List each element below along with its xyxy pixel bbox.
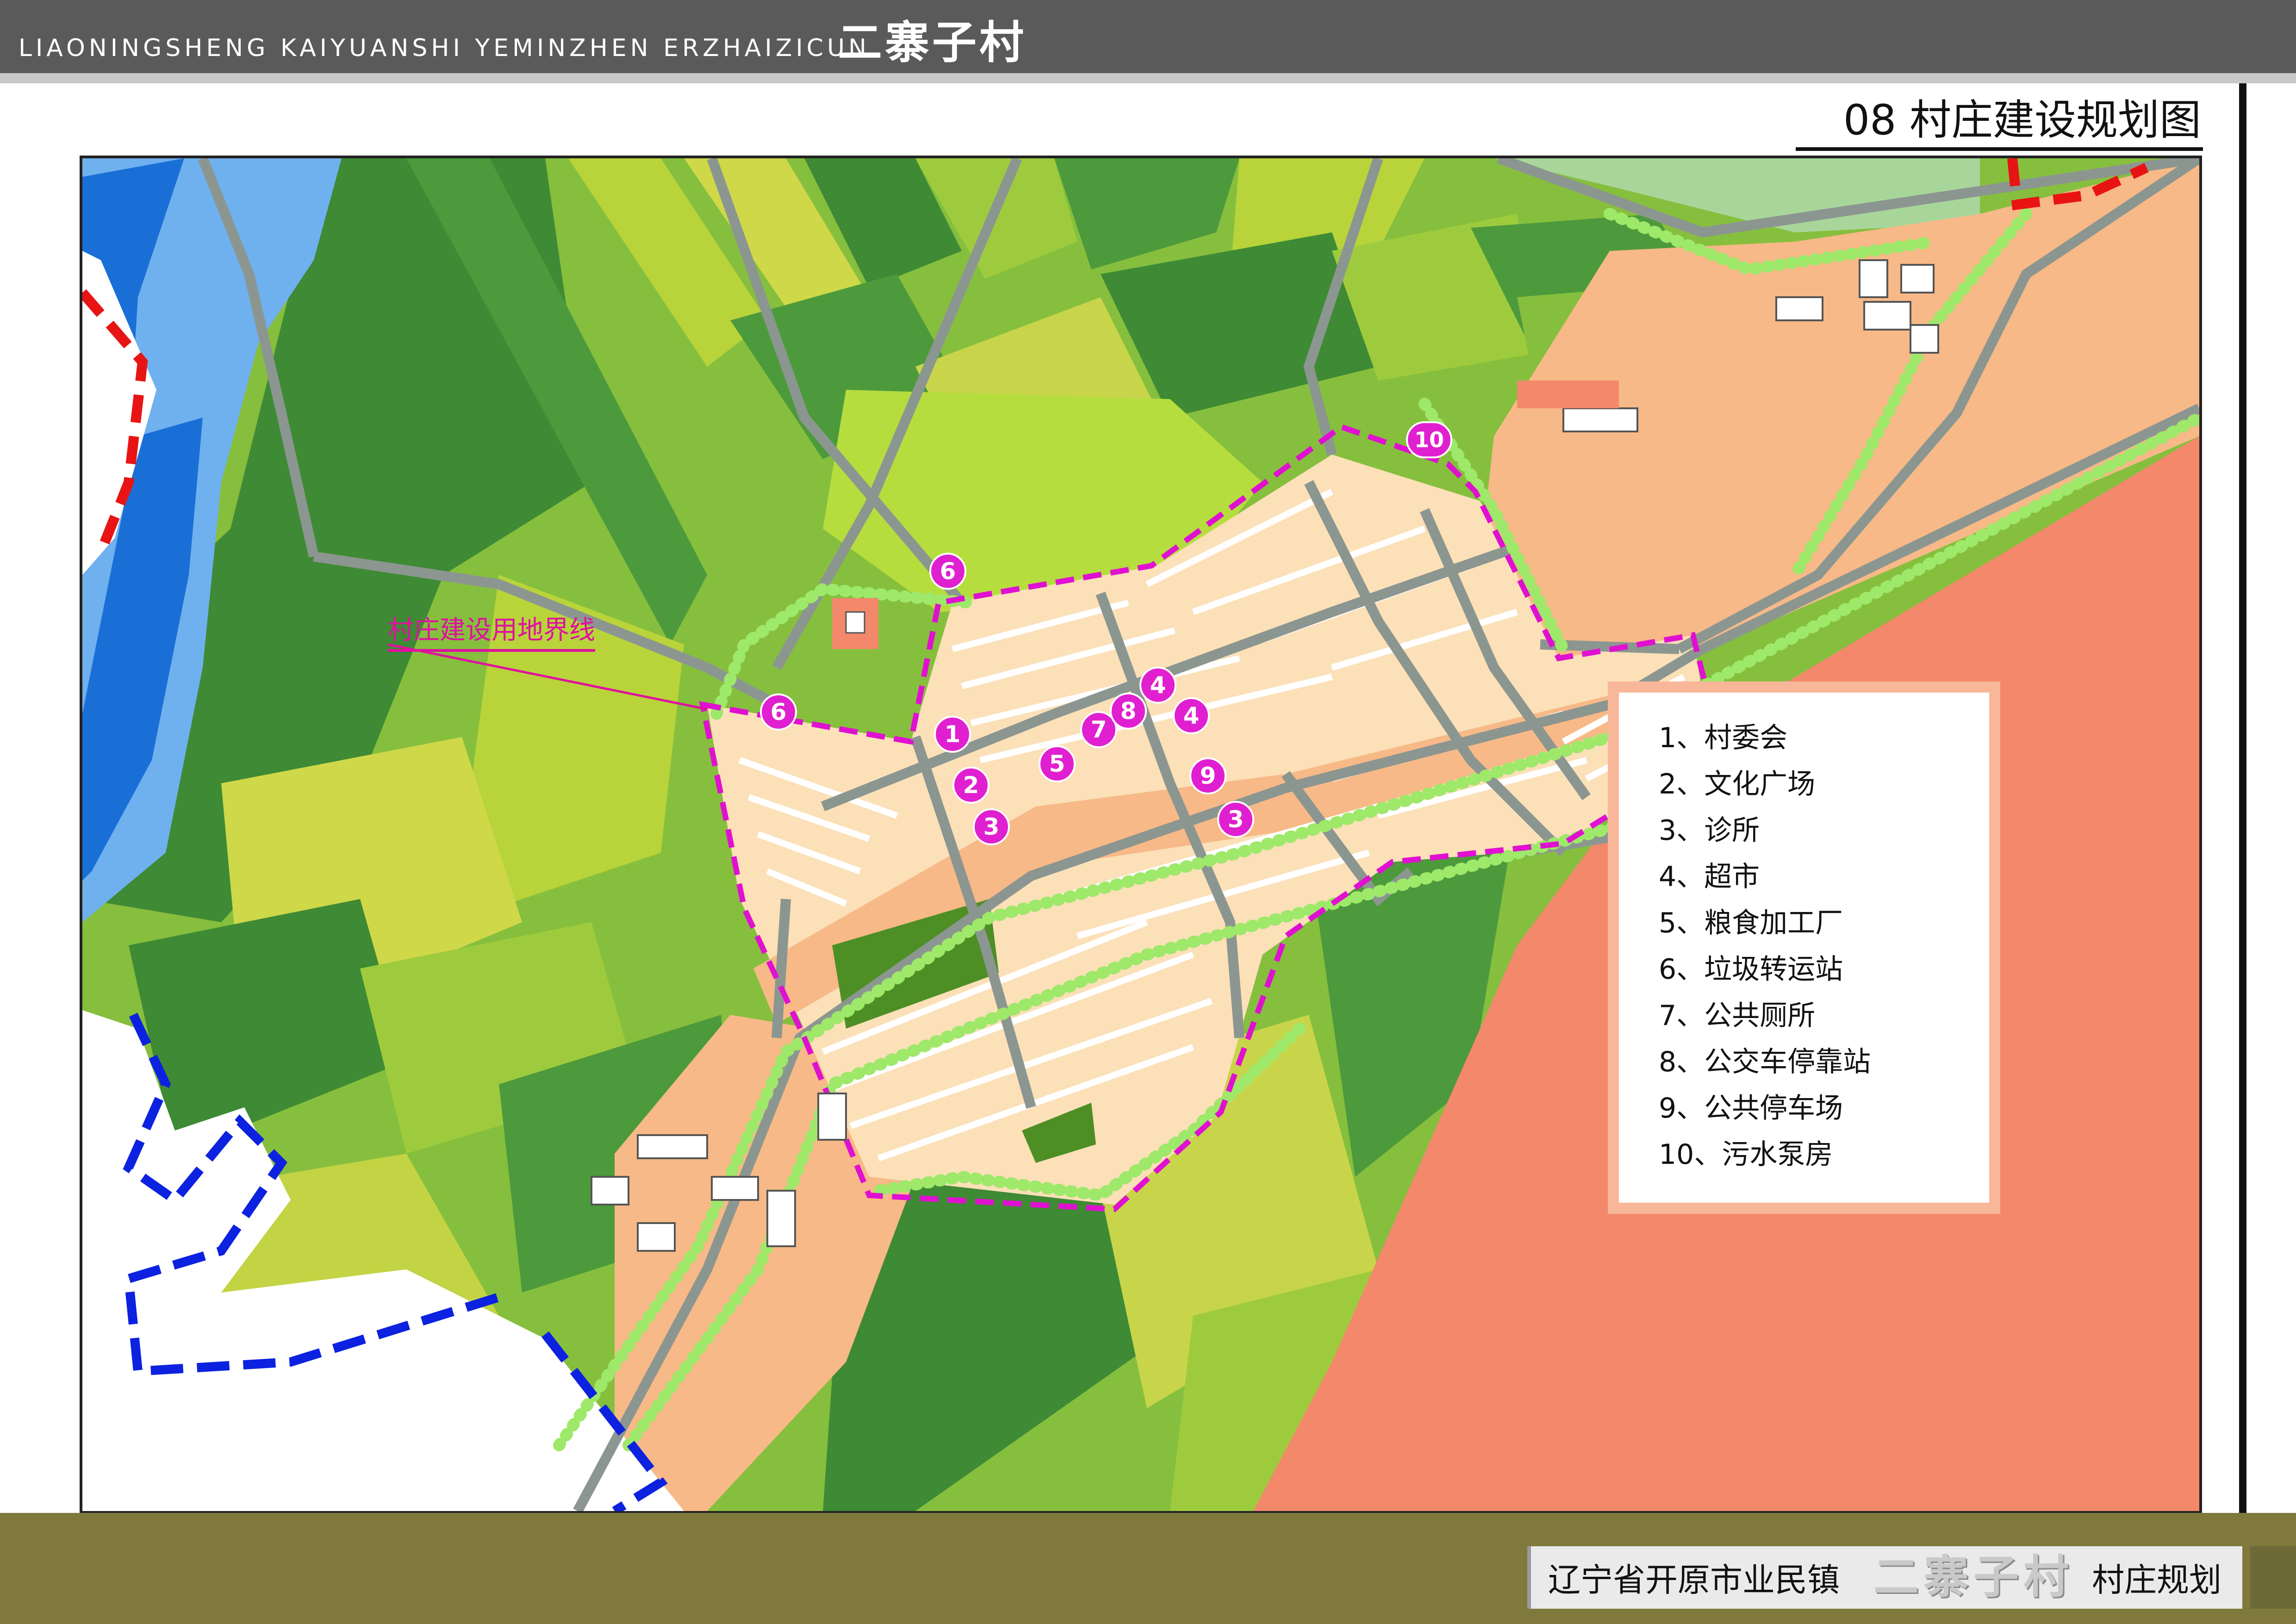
footer-corner-block bbox=[2250, 1546, 2296, 1609]
marker-village-committee: 1 bbox=[934, 716, 971, 753]
marker-parking-lot: 9 bbox=[1189, 757, 1226, 794]
header-stripe bbox=[0, 73, 2296, 83]
pump-house-plot bbox=[1517, 381, 1619, 408]
marker-supermarket: 4 bbox=[1139, 667, 1176, 704]
header-pinyin: LIAONINGSHENG KAIYUANSHI YEMINZHEN ERZHA… bbox=[19, 34, 870, 62]
title-underline bbox=[1796, 147, 2203, 151]
legend-item: 9、公共停车场 bbox=[1659, 1092, 1843, 1124]
marker-bus-stop: 8 bbox=[1110, 693, 1147, 730]
legend-item: 8、公交车停靠站 bbox=[1659, 1046, 1871, 1078]
header-village-name: 二寨子村 bbox=[838, 17, 1027, 69]
marker-waste-station: 6 bbox=[929, 553, 966, 590]
legend-item: 3、诊所 bbox=[1659, 814, 1760, 847]
legend-item: 10、污水泵房 bbox=[1659, 1138, 1833, 1171]
marker-clinic-2: 3 bbox=[1217, 801, 1254, 838]
legend-item: 4、超市 bbox=[1659, 861, 1760, 893]
marker-sewage-pump: 10 bbox=[1406, 421, 1452, 458]
legend-item: 1、村委会 bbox=[1659, 722, 1788, 754]
legend-item: 6、垃圾转运站 bbox=[1659, 953, 1843, 986]
legend-item: 5、粮食加工厂 bbox=[1659, 907, 1843, 939]
right-border-rule bbox=[2239, 83, 2246, 1528]
footer-plan-label: 村庄规划 bbox=[2092, 1561, 2221, 1599]
marker-clinic: 3 bbox=[973, 808, 1010, 845]
facility-building bbox=[845, 611, 865, 634]
village-boundary-label: 村庄建设用地界线 bbox=[388, 612, 595, 652]
marker-grain-factory: 5 bbox=[1039, 745, 1076, 782]
marker-culture-plaza: 2 bbox=[952, 767, 989, 804]
marker-supermarket-2: 4 bbox=[1173, 697, 1210, 734]
map-legend: 1、村委会 2、文化广场 3、诊所 4、超市 5、粮食加工厂 6、垃圾转运站 7… bbox=[1608, 681, 2000, 1214]
page-title: 08 村庄建设规划图 bbox=[1843, 96, 2201, 144]
footer-village-name: 二寨子村 bbox=[1873, 1550, 2074, 1604]
legend-item: 7、公共厕所 bbox=[1659, 999, 1816, 1032]
footer-location: 辽宁省开原市业民镇 bbox=[1548, 1561, 1840, 1599]
marker-waste-station-2: 6 bbox=[760, 693, 797, 731]
legend-item: 2、文化广场 bbox=[1659, 768, 1816, 800]
